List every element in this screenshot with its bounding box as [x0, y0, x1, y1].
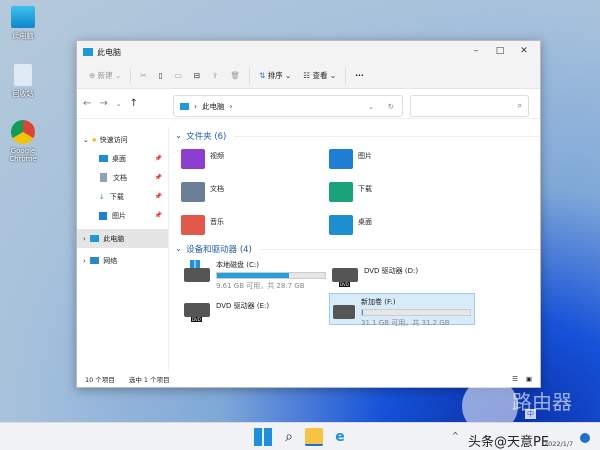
drive-usage-bar [361, 309, 471, 316]
nav-desktop[interactable]: 桌面 📌 [77, 149, 168, 168]
this-pc-icon [180, 102, 189, 110]
download-icon: ↓ [99, 192, 105, 201]
network-icon [90, 257, 100, 264]
maximize-button[interactable]: □ [488, 41, 512, 61]
clock-date[interactable]: 2022/1/7 [544, 440, 573, 448]
back-button[interactable]: ← [83, 98, 91, 109]
new-button[interactable]: ⊕ 新建 ⌄ [83, 66, 127, 86]
nav-network[interactable]: › 网络 [77, 251, 168, 270]
drive-usage-bar [216, 272, 326, 279]
folder-item[interactable]: 视频 [181, 149, 321, 177]
dvd-drive-icon: DVD [332, 268, 358, 287]
forward-button[interactable]: → [99, 98, 107, 109]
sort-button[interactable]: ⇅ 排序 ⌄ [253, 66, 297, 86]
address-bar[interactable]: › 此电脑 › ⌄ ↻ [173, 95, 403, 117]
folder-icon [329, 149, 353, 169]
delete-button[interactable]: 🗑 [224, 66, 246, 86]
sort-icon: ⇅ [259, 71, 268, 80]
folder-item[interactable]: 桌面 [329, 215, 469, 243]
copy-button[interactable]: ▯ [153, 66, 169, 86]
hard-drive-icon [184, 268, 210, 282]
view-button[interactable]: ☷ 查看 ⌄ [297, 66, 342, 86]
this-pc-icon [83, 48, 93, 56]
view-icon: ☷ [303, 71, 313, 80]
nav-documents[interactable]: 文档 📌 [77, 168, 168, 187]
nav-pictures[interactable]: 图片 📌 [77, 206, 168, 225]
details-view-button[interactable]: ☰ [512, 375, 518, 383]
paste-button[interactable]: ▭ [169, 66, 188, 86]
more-button[interactable]: ··· [349, 66, 370, 86]
navigation-pane: ⌄ ★ 快速访问 桌面 📌 文档 📌 ↓ 下载 📌 图片 📌 › 此电脑 › 网络 [77, 127, 169, 371]
folders-section-header[interactable]: ⌄ 文件夹 (6) [171, 128, 540, 144]
drives-section-header[interactable]: ⌄ 设备和驱动器 (4) [171, 241, 540, 257]
edge-button[interactable]: e [331, 428, 349, 446]
chevron-down-icon[interactable]: ⌄ [368, 102, 374, 111]
drive-c[interactable]: 本地磁盘 (C:) 9.61 GB 可用，共 28.7 GB [181, 257, 327, 290]
notification-icon[interactable] [580, 433, 590, 443]
nav-quick-access[interactable]: ⌄ ★ 快速访问 [77, 130, 168, 149]
rename-button[interactable]: ⊟ [188, 66, 206, 86]
cut-button[interactable]: ✂ [134, 66, 152, 86]
hard-drive-icon [333, 305, 355, 319]
close-button[interactable]: ✕ [512, 41, 536, 61]
tiles-view-button[interactable]: ▣ [526, 375, 532, 383]
folder-item[interactable]: 文档 [181, 182, 321, 210]
taskbar: ⌕ e ^ 头条@天意PE 2022/1/7 [0, 422, 600, 450]
desktop-icon-chrome[interactable]: Google Chrome [4, 120, 42, 163]
chrome-icon [11, 120, 35, 144]
show-hidden-icons-button[interactable]: ^ [452, 431, 459, 440]
title-bar: 此电脑 – □ ✕ [77, 41, 540, 63]
content-pane: ⌄ 文件夹 (6) 视频 图片 文档 下载 音乐 桌面 ⌄ 设备和驱动器 (4) 本地磁盘… [171, 127, 540, 371]
plus-icon: ⊕ [89, 71, 98, 80]
search-icon: ⌕ [517, 101, 522, 110]
drive-f[interactable]: 新加卷 (F:) 31.1 GB 可用，共 31.2 GB [329, 293, 475, 327]
drive-d[interactable]: DVD DVD 驱动器 (D:) [329, 257, 475, 289]
minimize-button[interactable]: – [464, 41, 488, 61]
ime-toolbar[interactable]: 中 [525, 409, 536, 419]
pin-icon: 📌 [154, 155, 162, 162]
monitor-icon [11, 6, 35, 28]
refresh-icon[interactable]: ↻ [388, 102, 394, 111]
watermark-credit: 头条@天意PE [468, 435, 550, 450]
file-explorer-taskbar-button[interactable] [305, 428, 323, 446]
desktop-icon [99, 155, 108, 162]
nav-this-pc[interactable]: › 此电脑 [77, 229, 168, 248]
folder-icon [181, 215, 205, 235]
folder-icon [329, 215, 353, 235]
folder-icon [181, 149, 205, 169]
picture-icon [99, 211, 107, 220]
recycle-bin-icon [14, 64, 32, 86]
folder-icon [181, 182, 205, 202]
search-input[interactable]: ⌕ [410, 95, 529, 117]
pin-icon: 📌 [154, 193, 162, 200]
start-button[interactable] [254, 428, 272, 446]
share-button[interactable]: ⇪ [206, 66, 224, 86]
desktop-icon-this-pc[interactable]: 此电脑 [4, 6, 42, 41]
file-explorer-window: 此电脑 – □ ✕ ⊕ 新建 ⌄ ✂ ▯ ▭ ⊟ ⇪ 🗑 ⇅ 排序 ⌄ ☷ 查看… [76, 40, 541, 388]
recent-button[interactable]: ⌄ [116, 100, 122, 108]
nav-downloads[interactable]: ↓ 下载 📌 [77, 187, 168, 206]
window-title: 此电脑 [97, 47, 121, 57]
folder-item[interactable]: 音乐 [181, 215, 321, 243]
pin-icon: 📌 [154, 174, 162, 181]
command-bar: ⊕ 新建 ⌄ ✂ ▯ ▭ ⊟ ⇪ 🗑 ⇅ 排序 ⌄ ☷ 查看 ⌄ ··· [77, 63, 540, 89]
folder-item[interactable]: 图片 [329, 149, 469, 177]
watermark-text: 路由器 [512, 390, 572, 414]
folder-item[interactable]: 下载 [329, 182, 469, 210]
desktop-icon-recycle-bin[interactable]: 回收站 [4, 64, 42, 99]
this-pc-icon [90, 235, 100, 242]
folder-icon [329, 182, 353, 202]
up-button[interactable]: ↑ [130, 98, 138, 109]
breadcrumb[interactable]: 此电脑 [202, 101, 225, 112]
search-button[interactable]: ⌕ [280, 428, 298, 446]
dvd-drive-icon: DVD [184, 303, 210, 322]
document-icon [100, 173, 107, 182]
pin-icon: 📌 [154, 212, 162, 219]
drive-e[interactable]: DVD DVD 驱动器 (E:) [181, 292, 327, 324]
